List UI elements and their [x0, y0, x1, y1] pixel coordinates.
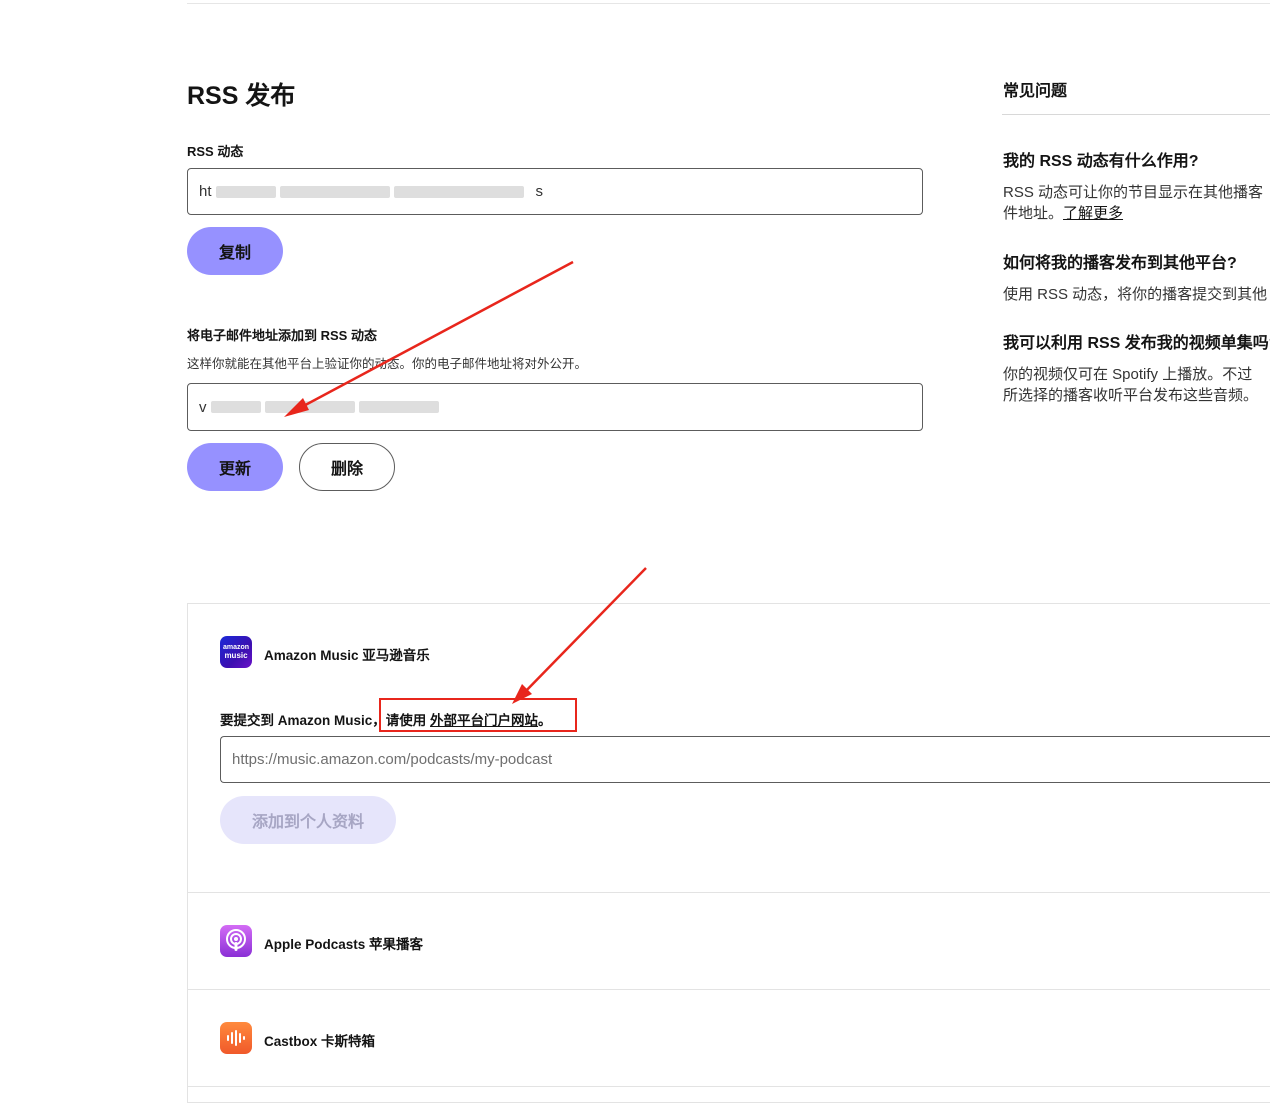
annotation-arrow-head — [284, 398, 309, 417]
annotation-arrow — [284, 260, 647, 704]
annotation-arrow-line — [295, 260, 574, 412]
annotation-arrow-line — [520, 567, 647, 697]
